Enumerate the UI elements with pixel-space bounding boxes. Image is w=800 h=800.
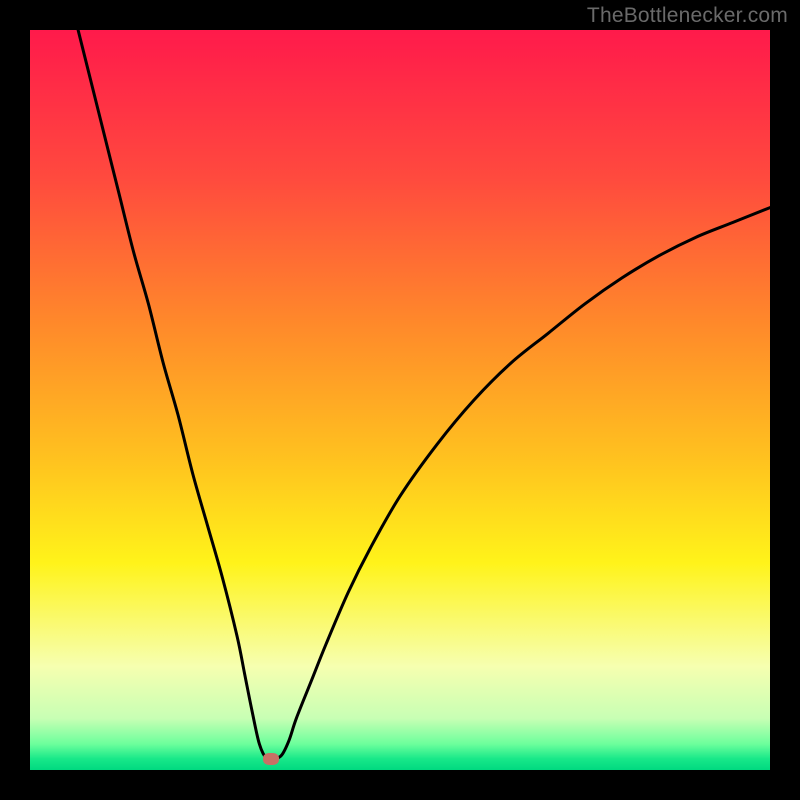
optimal-point-marker [263, 753, 279, 765]
chart-frame: TheBottlenecker.com [0, 0, 800, 800]
plot-area [30, 30, 770, 770]
background-gradient [30, 30, 770, 770]
watermark-text: TheBottlenecker.com [587, 4, 788, 28]
